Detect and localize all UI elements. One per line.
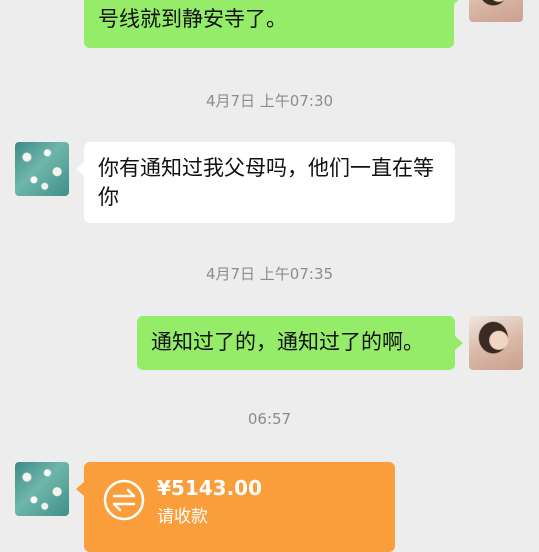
message-outgoing[interactable]: 通知过了的，通知过了的啊。 bbox=[137, 316, 463, 370]
message-outgoing-top[interactable]: 我现在正在九号线上，再坐两站转七号线就到静安寺了。 bbox=[84, 0, 462, 48]
message-text: 通知过了的，通知过了的啊。 bbox=[151, 330, 424, 354]
transfer-label: 请收款 bbox=[157, 507, 208, 527]
avatar-left[interactable] bbox=[15, 462, 69, 516]
message-incoming[interactable]: 你有通知过我父母吗，他们一直在等你 bbox=[76, 142, 455, 223]
timestamp: 06:57 bbox=[247, 410, 292, 428]
message-text: 你有通知过我父母吗，他们一直在等你 bbox=[98, 156, 434, 209]
avatar-right-top[interactable] bbox=[469, 0, 523, 22]
avatar-right[interactable] bbox=[469, 316, 523, 370]
avatar-left[interactable] bbox=[15, 142, 69, 196]
transfer-amount: ¥5143.00 bbox=[157, 476, 263, 500]
timestamp: 4月7日 上午07:35 bbox=[205, 265, 334, 283]
timestamp: 4月7日 上午07:30 bbox=[205, 92, 334, 110]
message-text: 我现在正在九号线上，再坐两站转七号线就到静安寺了。 bbox=[98, 0, 434, 31]
transfer-arrows-icon bbox=[103, 479, 145, 521]
